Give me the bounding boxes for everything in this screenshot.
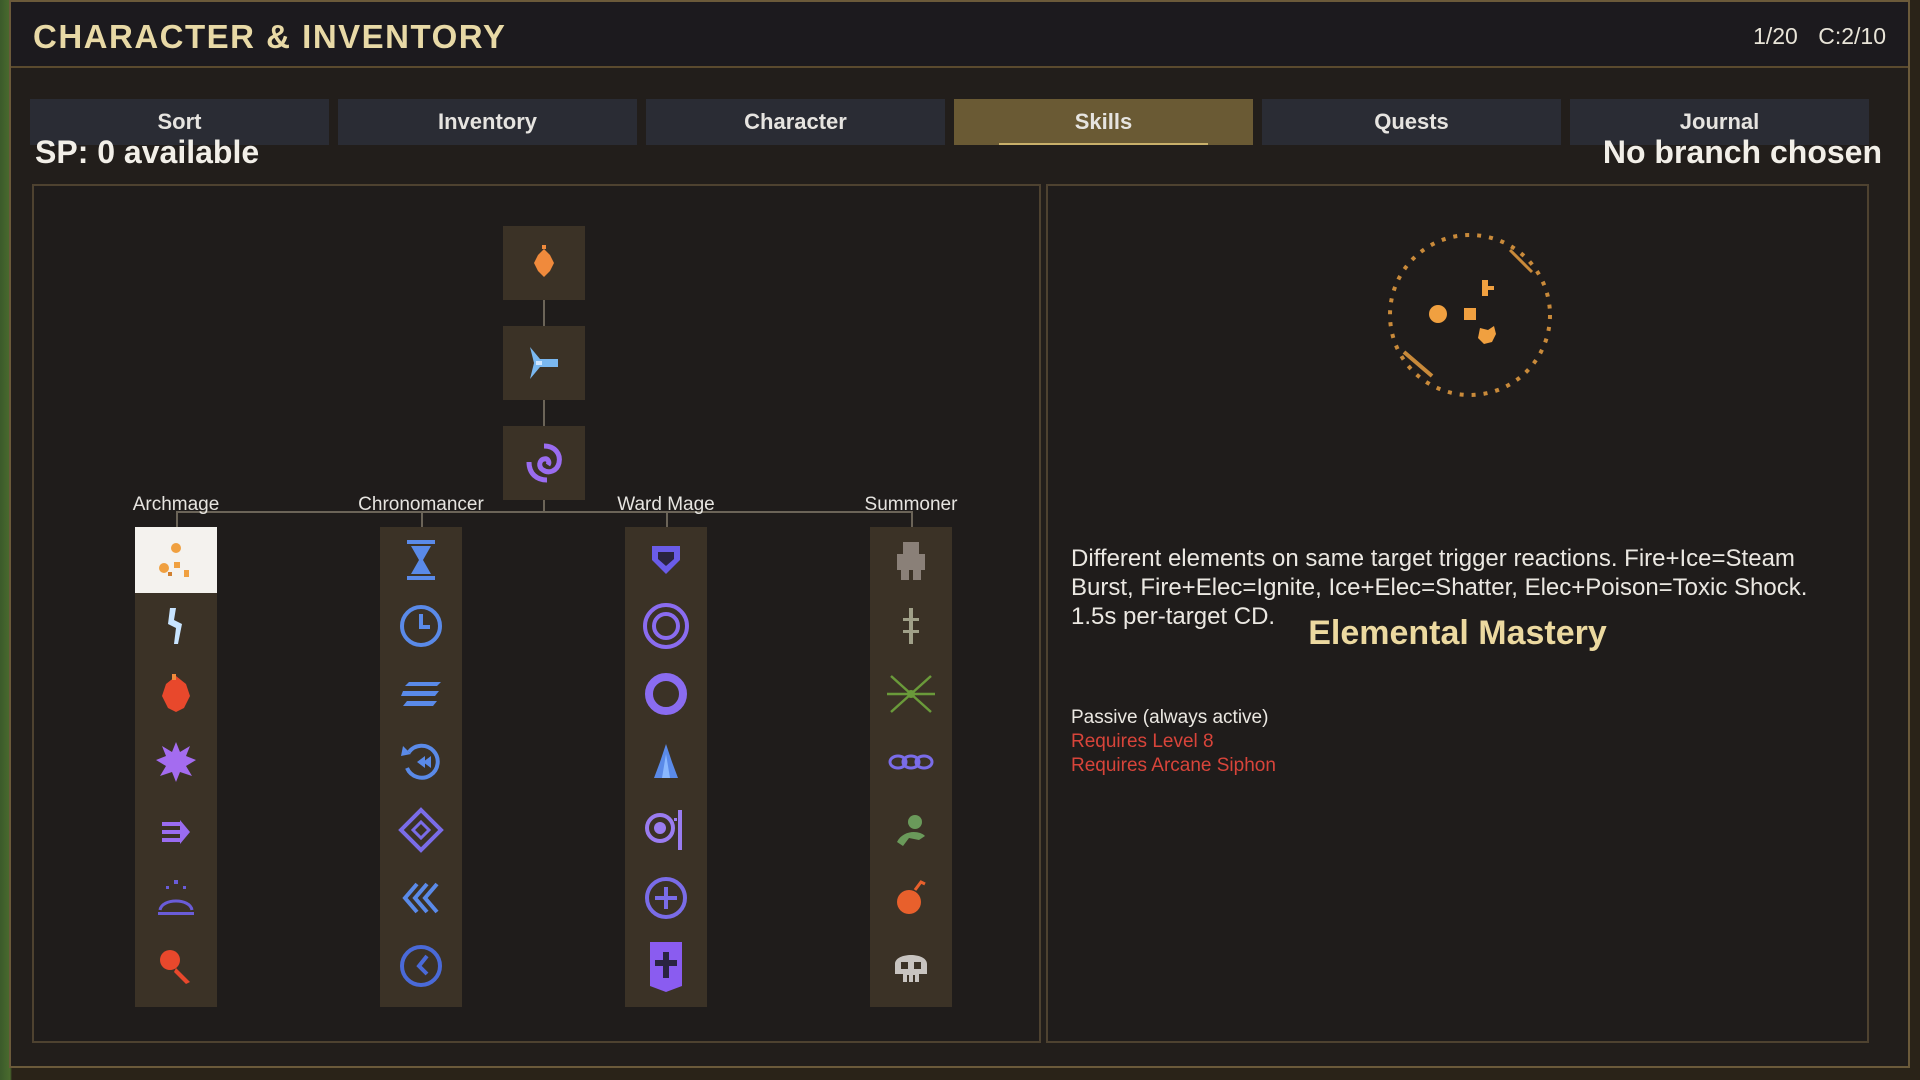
- skill-node-time-stop[interactable]: [380, 933, 462, 999]
- connector-line: [543, 400, 545, 426]
- branch-status-label: No branch chosen: [1602, 134, 1882, 170]
- hourglass-icon: [407, 540, 435, 580]
- skill-node-double-ring[interactable]: [625, 593, 707, 659]
- golem-icon: [897, 542, 925, 580]
- tab-skills[interactable]: Skills: [954, 99, 1253, 145]
- skill-node-haste[interactable]: [380, 661, 462, 727]
- tab-inventory[interactable]: Inventory: [338, 99, 637, 145]
- sanctuary-banner-icon: [650, 942, 682, 992]
- skill-node-totem[interactable]: [870, 593, 952, 659]
- double-ring-icon: [643, 603, 689, 649]
- connector-line: [176, 511, 913, 513]
- branch-label-ward-mage: Ward Mage: [617, 494, 715, 515]
- summoner-column: [870, 527, 952, 1007]
- skill-node-bomb-imp[interactable]: [870, 865, 952, 931]
- haste-lines-icon: [401, 682, 441, 706]
- fire-orb-icon: [534, 245, 554, 277]
- plus-circle-icon: [645, 877, 687, 919]
- window-title: CHARACTER & INVENTORY: [33, 18, 507, 55]
- crystal-spire-icon: [654, 744, 678, 778]
- meteor-shower-icon: [158, 880, 194, 915]
- quicken-chevrons-icon: [402, 882, 439, 914]
- trunk-node-ice[interactable]: [503, 326, 585, 400]
- skill-node-chain[interactable]: [870, 729, 952, 795]
- arcane-missile-icon: [162, 820, 190, 844]
- skill-points-label: SP: 0 available: [35, 134, 260, 170]
- skill-node-elemental-mastery[interactable]: [135, 527, 217, 593]
- skill-node-plus-circle[interactable]: [625, 865, 707, 931]
- connector-line: [543, 300, 545, 326]
- totem-icon: [903, 608, 919, 644]
- bomb-imp-icon: [897, 880, 926, 914]
- skill-node-sanctuary[interactable]: [625, 933, 707, 999]
- lightning-bolt-icon: [168, 608, 182, 644]
- skill-node-skull[interactable]: [870, 933, 952, 999]
- clock-icon: [400, 605, 442, 647]
- counter-a: 1/20: [1753, 23, 1798, 49]
- chain-icon: [888, 754, 934, 770]
- skill-node-fireball[interactable]: [135, 661, 217, 727]
- counter-b: C:2/10: [1818, 23, 1886, 49]
- window-counters: 1/20 C:2/10: [1739, 23, 1886, 50]
- ward-mage-column: [625, 527, 707, 1007]
- skill-node-familiar[interactable]: [870, 797, 952, 863]
- skill-node-flame-wand[interactable]: [135, 933, 217, 999]
- skill-node-clock[interactable]: [380, 593, 462, 659]
- skill-node-arcane-missile[interactable]: [135, 797, 217, 863]
- branch-label-archmage: Archmage: [132, 494, 220, 515]
- skill-node-rewind[interactable]: [380, 729, 462, 795]
- skill-detail-type: Passive (always active): [1071, 707, 1269, 728]
- ring-icon: [645, 673, 687, 715]
- skill-node-lightning[interactable]: [135, 593, 217, 659]
- chronomancer-column: [380, 527, 462, 1007]
- shield-icon: [652, 546, 680, 574]
- branch-label-summoner: Summoner: [864, 494, 958, 515]
- fireball-icon: [162, 674, 190, 712]
- skill-node-golem[interactable]: [870, 527, 952, 593]
- familiar-icon: [897, 815, 925, 846]
- skill-node-time-diamond[interactable]: [380, 797, 462, 863]
- tab-bar: Sort Inventory Character Skills Quests J…: [30, 99, 1872, 145]
- skill-node-arcane-burst[interactable]: [135, 729, 217, 795]
- branch-label-chronomancer: Chronomancer: [358, 494, 484, 515]
- skill-requirement-prereq: Requires Arcane Siphon: [1071, 755, 1276, 776]
- skill-node-crystal-spire[interactable]: [625, 729, 707, 795]
- skill-node-meteor-shower[interactable]: [135, 865, 217, 931]
- flame-wand-icon: [160, 950, 190, 984]
- skill-node-hourglass[interactable]: [380, 527, 462, 593]
- skill-node-quicken[interactable]: [380, 865, 462, 931]
- skill-node-ring[interactable]: [625, 661, 707, 727]
- skill-detail-description: Different elements on same target trigge…: [1071, 545, 1808, 630]
- skull-icon: [895, 955, 927, 982]
- trunk-node-fire[interactable]: [503, 226, 585, 300]
- bastion-icon: [645, 810, 682, 850]
- skill-node-spirit-burst[interactable]: [870, 661, 952, 727]
- elemental-mastery-icon: [159, 543, 189, 577]
- skill-detail-icon: [1380, 232, 1560, 398]
- tab-character[interactable]: Character: [646, 99, 945, 145]
- time-diamond-icon: [398, 807, 444, 853]
- window-titlebar: CHARACTER & INVENTORY 1/20 C:2/10: [11, 2, 1908, 68]
- trunk-node-arcane[interactable]: [503, 426, 585, 500]
- elemental-mastery-icon: [1388, 233, 1552, 397]
- spirit-burst-icon: [887, 675, 935, 713]
- tab-quests[interactable]: Quests: [1262, 99, 1561, 145]
- time-stop-icon: [400, 945, 442, 987]
- archmage-column: [135, 527, 217, 1007]
- skill-node-shield[interactable]: [625, 527, 707, 593]
- skill-node-bastion[interactable]: [625, 797, 707, 863]
- skill-requirement-level: Requires Level 8: [1071, 731, 1214, 752]
- arcane-burst-icon: [156, 742, 196, 782]
- arcane-swirl-icon: [526, 443, 562, 483]
- ice-shard-icon: [530, 347, 558, 379]
- rewind-icon: [401, 743, 440, 780]
